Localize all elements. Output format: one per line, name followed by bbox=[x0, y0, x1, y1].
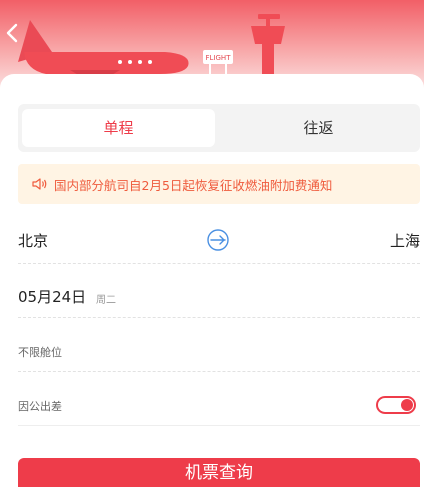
route-row: 北京 上海 bbox=[18, 220, 420, 264]
arrival-city[interactable]: 上海 bbox=[390, 230, 420, 251]
fuel-surcharge-notice[interactable]: 国内部分航司自2月5日起恢复征收燃油附加费通知 bbox=[18, 164, 420, 204]
notice-text: 国内部分航司自2月5日起恢复征收燃油附加费通知 bbox=[54, 177, 333, 193]
flight-sign: FLIGHT bbox=[203, 50, 233, 76]
search-flights-button[interactable]: 机票查询 bbox=[18, 458, 420, 487]
tab-one-way[interactable]: 单程 bbox=[22, 109, 215, 147]
cabin-class-label[interactable]: 不限舱位 bbox=[18, 344, 62, 360]
chevron-left-icon[interactable] bbox=[2, 22, 24, 44]
swap-plane-icon[interactable] bbox=[206, 228, 230, 252]
departure-date[interactable]: 05月24日 bbox=[18, 286, 86, 307]
departure-city[interactable]: 北京 bbox=[18, 230, 48, 251]
date-row[interactable]: 05月24日 周二 bbox=[18, 274, 420, 318]
svg-text:FLIGHT: FLIGHT bbox=[206, 54, 232, 62]
control-tower-illustration bbox=[251, 14, 285, 80]
business-trip-row: 因公出差 bbox=[18, 384, 420, 426]
departure-weekday: 周二 bbox=[96, 295, 116, 306]
trip-type-tabs: 单程 往返 bbox=[18, 104, 420, 152]
business-trip-label: 因公出差 bbox=[18, 400, 62, 413]
airplane-illustration bbox=[18, 20, 189, 76]
toggle-knob bbox=[401, 399, 413, 411]
tab-round-trip[interactable]: 往返 bbox=[222, 109, 415, 147]
business-trip-toggle[interactable] bbox=[376, 396, 416, 414]
speaker-icon bbox=[32, 178, 47, 190]
cabin-row[interactable]: 不限舱位 bbox=[18, 330, 420, 372]
